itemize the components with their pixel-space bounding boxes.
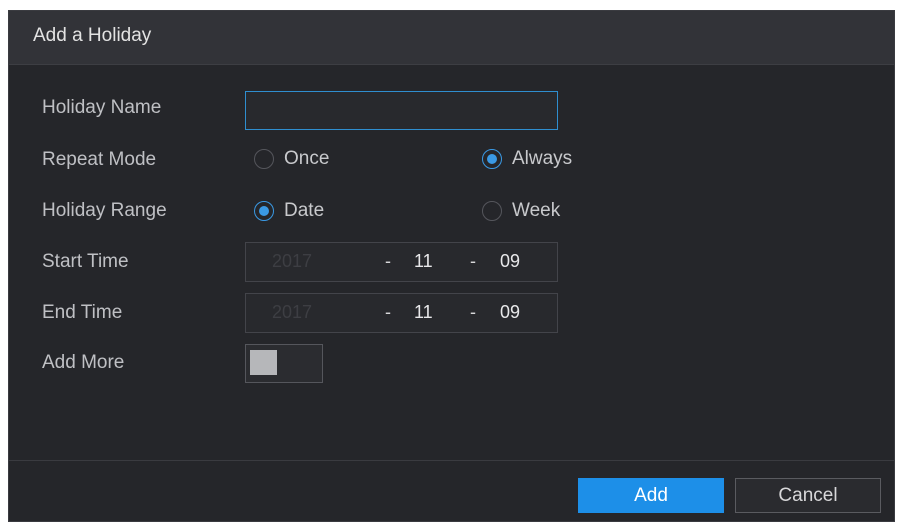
end-day[interactable]: 09: [500, 302, 520, 323]
end-time-date-field[interactable]: 2017 - 11 - 09: [245, 293, 558, 333]
repeat-mode-always-option[interactable]: Always: [482, 147, 572, 171]
radio-date-label: Date: [284, 200, 325, 221]
radio-date[interactable]: [254, 201, 274, 221]
add-more-toggle[interactable]: [245, 344, 323, 383]
holiday-range-label: Holiday Range: [42, 200, 167, 221]
dialog-titlebar: Add a Holiday: [9, 11, 894, 65]
radio-week[interactable]: [482, 201, 502, 221]
holiday-range-week-option[interactable]: Week: [482, 199, 560, 223]
repeat-mode-label: Repeat Mode: [42, 149, 157, 170]
end-year: 2017: [272, 302, 313, 322]
cancel-button[interactable]: Cancel: [735, 478, 881, 513]
end-sep-1: -: [385, 302, 391, 322]
end-sep-2: -: [470, 302, 476, 322]
holiday-name-input[interactable]: [245, 91, 558, 130]
radio-week-label: Week: [512, 200, 561, 221]
radio-once[interactable]: [254, 149, 274, 169]
start-month[interactable]: 11: [414, 251, 433, 272]
start-year: 2017: [272, 251, 313, 271]
start-time-label: Start Time: [42, 251, 129, 272]
start-time-date-field[interactable]: 2017 - 11 - 09: [245, 242, 558, 282]
add-more-label: Add More: [42, 352, 125, 373]
radio-always-label: Always: [512, 148, 573, 169]
start-sep-2: -: [470, 251, 476, 271]
end-time-label: End Time: [42, 302, 123, 323]
toggle-knob: [250, 350, 277, 375]
start-sep-1: -: [385, 251, 391, 271]
radio-once-label: Once: [284, 148, 330, 169]
repeat-mode-once-option[interactable]: Once: [254, 147, 329, 171]
holiday-range-date-option[interactable]: Date: [254, 199, 324, 223]
holiday-name-label: Holiday Name: [42, 97, 162, 118]
radio-always[interactable]: [482, 149, 502, 169]
start-day[interactable]: 09: [500, 251, 520, 272]
add-button[interactable]: Add: [578, 478, 724, 513]
footer-divider: [9, 460, 894, 461]
add-holiday-dialog: Add a Holiday Holiday Name Repeat Mode O…: [8, 10, 895, 522]
dialog-title: Add a Holiday: [33, 25, 152, 46]
end-month[interactable]: 11: [414, 302, 433, 323]
